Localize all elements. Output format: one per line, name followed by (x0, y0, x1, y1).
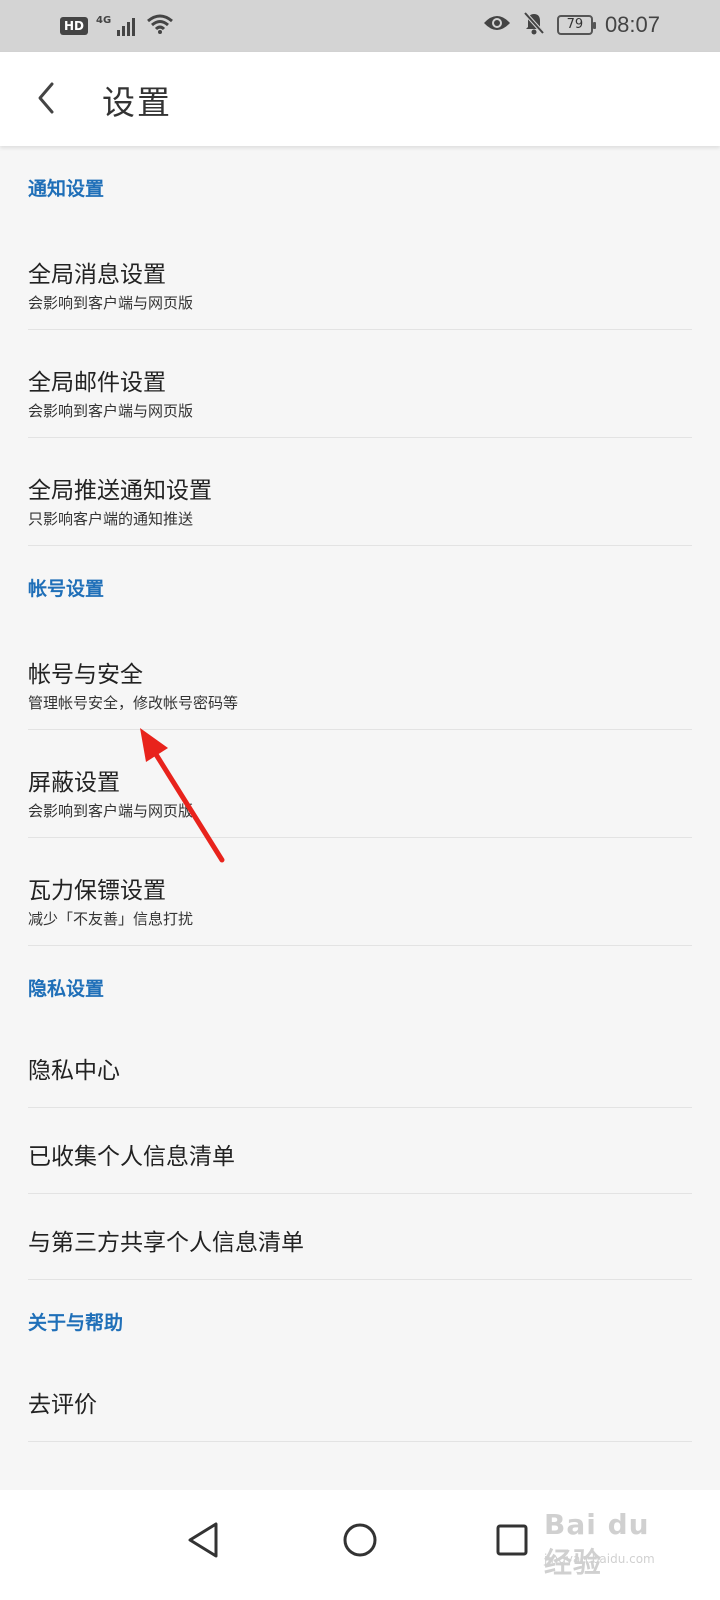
home-circle-icon (343, 1523, 377, 1557)
nav-home-button[interactable] (332, 1512, 388, 1568)
settings-item-title: 去评价 (28, 1392, 97, 1418)
settings-item-title: 全局消息设置 (28, 262, 166, 288)
bell-muted-icon (523, 11, 545, 39)
settings-item-subtitle: 会影响到客户端与网页版 (28, 294, 194, 312)
back-triangle-icon (188, 1522, 218, 1558)
network-type-label: 4G (96, 14, 112, 26)
signal-icon: 4G (96, 15, 138, 37)
section-header-about: 关于与帮助 (28, 1312, 124, 1334)
hd-icon: HD (60, 17, 89, 35)
settings-item-global-push[interactable]: 全局推送通知设置 只影响客户端的通知推送 (28, 438, 692, 546)
settings-item-title: 瓦力保镖设置 (28, 878, 166, 904)
chevron-left-icon (38, 82, 54, 114)
settings-item-title: 已收集个人信息清单 (28, 1144, 235, 1170)
section-header-privacy: 隐私设置 (28, 978, 105, 1000)
settings-list: 通知设置 全局消息设置 会影响到客户端与网页版 全局邮件设置 会影响到客户端与网… (0, 146, 720, 1442)
watermark-logo-text: Bai du 经验 (544, 1508, 650, 1579)
settings-item-title: 全局推送通知设置 (28, 478, 212, 504)
settings-item-title: 与第三方共享个人信息清单 (28, 1230, 304, 1256)
recents-square-icon (496, 1524, 528, 1556)
settings-item-title: 隐私中心 (28, 1058, 120, 1084)
settings-item-block[interactable]: 屏蔽设置 会影响到客户端与网页版 (28, 730, 692, 838)
settings-item-subtitle: 减少「不友善」信息打扰 (28, 910, 194, 928)
wifi-icon (146, 13, 174, 39)
settings-item-title: 屏蔽设置 (28, 770, 120, 796)
settings-item-privacy-center[interactable]: 隐私中心 (28, 1022, 692, 1108)
nav-recents-button[interactable] (484, 1512, 540, 1568)
settings-item-global-message[interactable]: 全局消息设置 会影响到客户端与网页版 (28, 222, 692, 330)
eye-icon (483, 13, 511, 37)
section-header-account: 帐号设置 (28, 578, 105, 600)
status-left: HD 4G (60, 13, 174, 39)
back-button[interactable] (26, 74, 74, 122)
settings-item-subtitle: 会影响到客户端与网页版 (28, 802, 194, 820)
settings-item-wali-guard[interactable]: 瓦力保镖设置 减少「不友善」信息打扰 (28, 838, 692, 946)
status-bar: HD 4G 79 08:07 (0, 0, 720, 52)
settings-item-subtitle: 管理帐号安全，修改帐号密码等 (28, 694, 239, 712)
settings-item-global-mail[interactable]: 全局邮件设置 会影响到客户端与网页版 (28, 330, 692, 438)
app-bar: 设置 (0, 52, 720, 146)
section-header-notifications: 通知设置 (28, 178, 105, 200)
baidu-watermark: Bai du 经验 jingyan.baidu.com (534, 1500, 684, 1580)
settings-item-title: 帐号与安全 (28, 662, 143, 688)
settings-item-title: 全局邮件设置 (28, 370, 166, 396)
settings-item-subtitle: 会影响到客户端与网页版 (28, 402, 194, 420)
settings-item-account-security[interactable]: 帐号与安全 管理帐号安全，修改帐号密码等 (28, 622, 692, 730)
nav-back-button[interactable] (176, 1512, 232, 1568)
clock: 08:07 (604, 12, 660, 37)
settings-item-shared-info[interactable]: 与第三方共享个人信息清单 (28, 1194, 692, 1280)
settings-item-rate[interactable]: 去评价 (28, 1356, 692, 1442)
page-title: 设置 (102, 83, 172, 122)
settings-item-collected-info[interactable]: 已收集个人信息清单 (28, 1108, 692, 1194)
watermark-url: jingyan.baidu.com (544, 1552, 655, 1566)
status-right: 79 08:07 (483, 11, 660, 39)
settings-item-subtitle: 只影响客户端的通知推送 (28, 510, 194, 528)
battery-icon: 79 (556, 15, 596, 35)
